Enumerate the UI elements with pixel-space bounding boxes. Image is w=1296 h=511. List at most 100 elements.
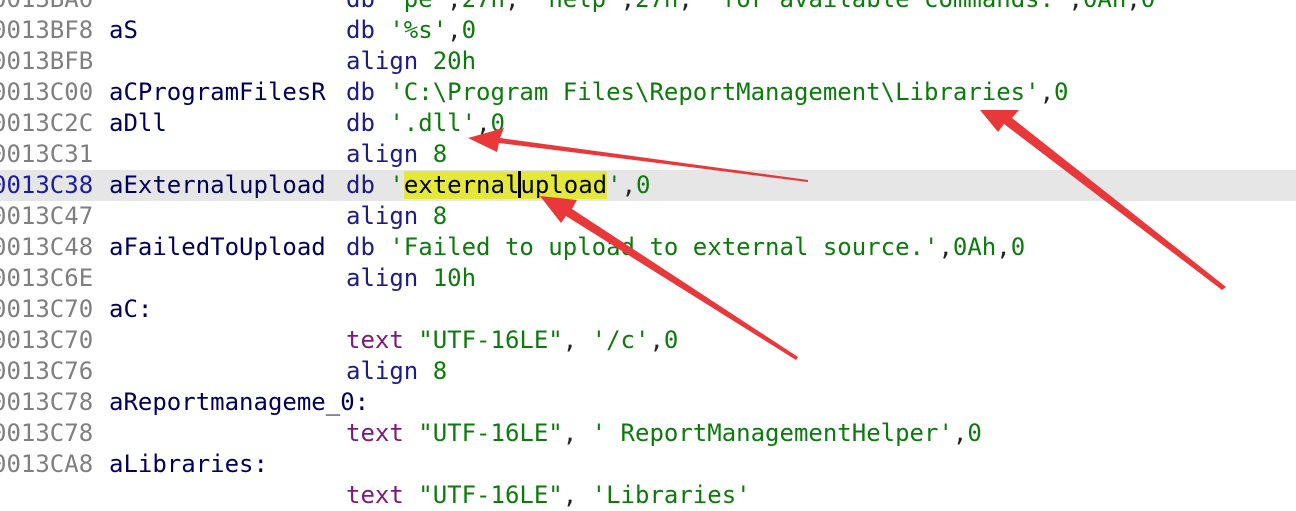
instruction[interactable]: align 8 [346, 356, 447, 387]
instruction[interactable]: align 8 [346, 201, 447, 232]
mnemonic: align [346, 140, 419, 168]
operand-token: 8 [432, 357, 448, 385]
listing-row[interactable]: 0013C00 aCProgramFilesR db 'C:\Program Fil… [0, 77, 1296, 108]
instruction[interactable]: align 20h [346, 46, 476, 77]
operand-token: 0 [663, 326, 679, 354]
search-highlight: upload [520, 171, 608, 199]
address[interactable]: 0013BA0 [0, 0, 93, 15]
listing-row[interactable]: 0013C78 text "UTF-16LE", ' ReportManageme… [0, 418, 1296, 449]
operand-token: '%s' [389, 16, 448, 44]
mnemonic: align [346, 264, 419, 292]
instruction[interactable]: db 'Failed to upload to external source.… [346, 232, 1025, 263]
listing-row[interactable]: 0013C2C aDll db '.dll',0 [0, 108, 1296, 139]
instruction[interactable]: db 'externalupload',0 [346, 170, 650, 201]
listing-row[interactable]: 0013C76 align 8 [0, 356, 1296, 387]
operand-token: 27h [462, 0, 505, 13]
operand-token: 0 [1010, 233, 1026, 261]
operand-token: 8 [432, 202, 448, 230]
operand-token: , [562, 419, 592, 447]
listing-row[interactable]: text "UTF-16LE", 'Libraries' [0, 480, 1296, 511]
operand-token: ' [607, 171, 622, 199]
mnemonic: align [346, 357, 419, 385]
operand-token: 'pe' [389, 0, 447, 13]
address[interactable]: 0013BF8 [0, 15, 93, 46]
listing-row[interactable]: 0013C70 aC: [0, 294, 1296, 325]
listing-row[interactable]: 0013CA8 aLibraries: [0, 449, 1296, 480]
address[interactable]: 0013C78 [0, 387, 93, 418]
label-name[interactable]: aExternalupload [109, 170, 326, 201]
operand-token: 'Failed to upload to external source.' [389, 233, 939, 261]
mnemonic: align [346, 202, 419, 230]
label-name[interactable]: aCProgramFilesR [109, 77, 326, 108]
instruction[interactable]: text "UTF-16LE", '/c',0 [346, 325, 678, 356]
address[interactable]: 0013C76 [0, 356, 93, 387]
mnemonic: text [346, 326, 404, 354]
operand-token: , [952, 419, 968, 447]
label-name[interactable]: aReportmanageme_0: [109, 387, 369, 418]
listing-row[interactable]: 0013BFB align 20h [0, 46, 1296, 77]
operand-token: 20h [432, 47, 477, 75]
address[interactable]: 0013C47 [0, 201, 93, 232]
listing-row[interactable]: 0013C48 aFailedToUpload db 'Failed to uplo… [0, 232, 1296, 263]
operand-token: "UTF-16LE" [418, 419, 563, 447]
operand-token: 0Ah [952, 233, 997, 261]
label-name[interactable]: aC: [109, 294, 152, 325]
mnemonic: text [346, 419, 404, 447]
operand-token: "UTF-16LE" [418, 481, 563, 509]
operand-token: , [678, 0, 707, 13]
listing-row[interactable]: 0013C70 text "UTF-16LE", '/c',0 [0, 325, 1296, 356]
operand-token: 0 [636, 171, 651, 199]
listing-row[interactable]: 0013C38 aExternalupload db 'externalupload… [0, 170, 1296, 201]
instruction[interactable]: db 'pe',27h, 'help',27h, 'for available … [346, 0, 1155, 15]
address[interactable]: 0013C31 [0, 139, 93, 170]
instruction[interactable]: db '%s',0 [346, 15, 476, 46]
instruction[interactable]: text "UTF-16LE", 'Libraries' [346, 480, 751, 511]
operand-token: , [476, 109, 491, 137]
operand-token: , [621, 171, 637, 199]
instruction[interactable]: db 'C:\Program Files\ReportManagement\Li… [346, 77, 1068, 108]
address[interactable]: 0013C2C [0, 108, 93, 139]
operand-token: 27h [635, 0, 678, 13]
instruction[interactable]: align 10h [346, 263, 476, 294]
operand-token: , [938, 233, 953, 261]
label-name[interactable]: aDll [109, 108, 167, 139]
address[interactable]: 0013C78 [0, 418, 93, 449]
listing-row[interactable]: 0013C47 align 8 [0, 201, 1296, 232]
operand-token: "UTF-16LE" [418, 326, 563, 354]
address[interactable]: 0013C38 [0, 170, 93, 201]
mnemonic: align [346, 47, 419, 75]
instruction[interactable]: db '.dll',0 [346, 108, 505, 139]
address[interactable]: 0013C48 [0, 232, 93, 263]
label-name[interactable]: aS [109, 15, 138, 46]
mnemonic: db [346, 0, 375, 13]
operand-token: , [447, 0, 461, 13]
instruction[interactable]: text "UTF-16LE", ' ReportManagementHelpe… [346, 418, 982, 449]
listing-row[interactable]: 0013BF8 aS db '%s',0 [0, 15, 1296, 46]
listing-row[interactable]: 0013BA0 db 'pe',27h, 'help',27h, 'for ava… [0, 0, 1296, 15]
operand-token: '.dll' [389, 109, 477, 137]
operand-token: 0 [461, 16, 477, 44]
operand-token: 0 [1054, 78, 1069, 106]
operand-token: 'help' [534, 0, 621, 13]
address[interactable]: 0013C70 [0, 294, 93, 325]
operand-token: ' ReportManagementHelper' [591, 419, 953, 447]
address[interactable]: 0013C6E [0, 263, 93, 294]
listing-row[interactable]: 0013C6E align 10h [0, 263, 1296, 294]
instruction[interactable]: align 8 [346, 139, 447, 170]
operand-token: '/c' [591, 326, 650, 354]
operand-token: 0 [1141, 0, 1155, 13]
label-name[interactable]: aFailedToUpload [109, 232, 326, 263]
address[interactable]: 0013BFB [0, 46, 93, 77]
mnemonic: db [346, 233, 375, 261]
operand-token: 0 [967, 419, 982, 447]
listing-row[interactable]: 0013C31 align 8 [0, 139, 1296, 170]
operand-token: , [447, 16, 462, 44]
operand-token: , [562, 326, 592, 354]
address[interactable]: 0013C00 [0, 77, 93, 108]
address[interactable]: 0013CA8 [0, 449, 93, 480]
address[interactable]: 0013C70 [0, 325, 93, 356]
operand-token: 'Libraries' [591, 481, 751, 509]
label-name[interactable]: aLibraries: [109, 449, 268, 480]
mnemonic: db [346, 78, 375, 106]
listing-row[interactable]: 0013C78 aReportmanageme_0: [0, 387, 1296, 418]
